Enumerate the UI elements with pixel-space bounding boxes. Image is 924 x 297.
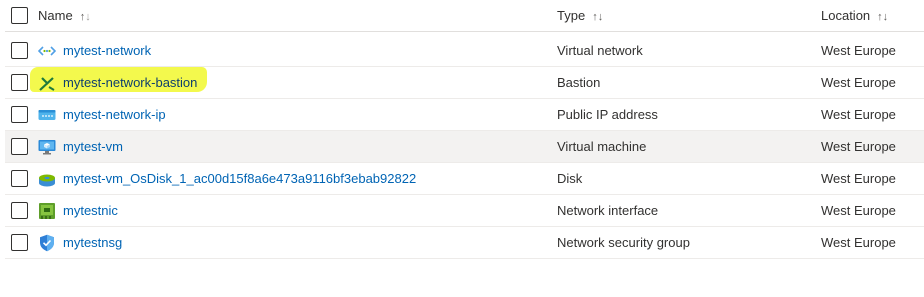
select-all-checkbox[interactable]: [11, 7, 28, 24]
type-cell: Virtual network: [557, 43, 643, 58]
table-row[interactable]: mytest-network-ip Public IP address West…: [5, 99, 924, 131]
row-checkbox[interactable]: [11, 138, 28, 155]
type-sort-icon[interactable]: ↑↓: [592, 11, 603, 23]
resource-link[interactable]: mytestnsg: [63, 227, 122, 259]
type-column-header[interactable]: Type ↑↓: [557, 0, 603, 32]
location-sort-icon[interactable]: ↑↓: [877, 11, 888, 23]
virtual-network-icon: [38, 46, 56, 56]
name-column-label: Name: [38, 8, 73, 23]
resource-link[interactable]: mytest-network-ip: [63, 99, 166, 131]
type-cell: Public IP address: [557, 107, 658, 122]
row-checkbox[interactable]: [11, 170, 28, 187]
name-sort-icon[interactable]: ↑↓: [80, 11, 91, 23]
location-cell: West Europe: [821, 235, 896, 250]
location-cell: West Europe: [821, 75, 896, 90]
type-column-label: Type: [557, 8, 586, 23]
type-cell: Network security group: [557, 235, 690, 250]
table-row[interactable]: mytest-network Virtual network West Euro…: [5, 35, 924, 67]
resource-link[interactable]: mytestnic: [63, 195, 118, 227]
type-cell: Network interface: [557, 203, 659, 218]
table-row[interactable]: mytestnic Network interface West Europe: [5, 195, 924, 227]
table-row[interactable]: mytestnsg Network security group West Eu…: [5, 227, 924, 259]
location-cell: West Europe: [821, 171, 896, 186]
row-checkbox[interactable]: [11, 42, 28, 59]
virtual-machine-icon: [38, 140, 56, 155]
row-checkbox[interactable]: [11, 106, 28, 123]
name-column-header[interactable]: Name ↑↓: [38, 0, 91, 32]
location-column-header[interactable]: Location ↑↓: [821, 0, 888, 32]
disk-icon: [39, 174, 55, 187]
location-cell: West Europe: [821, 139, 896, 154]
table-row[interactable]: mytest-vm Virtual machine West Europe: [5, 131, 924, 163]
type-cell: Disk: [557, 171, 583, 186]
public-ip-icon: [38, 110, 56, 120]
table-row[interactable]: mytest-network-bastion Bastion West Euro…: [5, 67, 924, 99]
bastion-icon: [39, 77, 55, 91]
grid-header: Name ↑↓ Type ↑↓ Location ↑↓: [5, 0, 924, 32]
network-security-group-icon: [40, 234, 54, 252]
location-cell: West Europe: [821, 203, 896, 218]
table-row[interactable]: mytest-vm_OsDisk_1_ac00d15f8a6e473a9116b…: [5, 163, 924, 195]
location-cell: West Europe: [821, 107, 896, 122]
resource-link[interactable]: mytest-network-bastion: [63, 67, 197, 99]
network-interface-icon: [39, 203, 55, 219]
resource-link[interactable]: mytest-network: [63, 35, 151, 67]
row-checkbox[interactable]: [11, 74, 28, 91]
location-cell: West Europe: [821, 43, 896, 58]
resource-link[interactable]: mytest-vm_OsDisk_1_ac00d15f8a6e473a9116b…: [63, 163, 416, 195]
type-cell: Bastion: [557, 75, 601, 90]
location-column-label: Location: [821, 8, 871, 23]
resource-link[interactable]: mytest-vm: [63, 131, 123, 163]
row-checkbox[interactable]: [11, 202, 28, 219]
type-cell: Virtual machine: [557, 139, 647, 154]
row-checkbox[interactable]: [11, 234, 28, 251]
